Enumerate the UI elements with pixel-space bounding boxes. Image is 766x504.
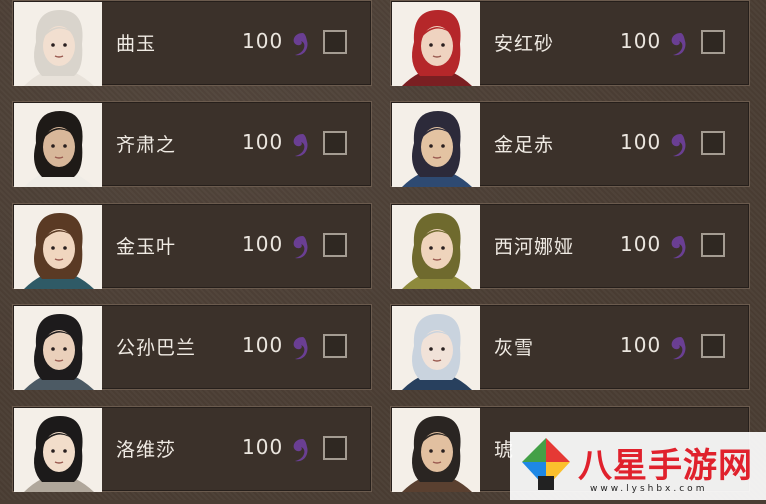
character-name: 灰雪 (494, 337, 535, 359)
character-cost: 100 (242, 232, 284, 256)
character-cost: 100 (242, 29, 284, 53)
select-checkbox[interactable] (701, 131, 725, 155)
watermark-text: 八星手游网 (578, 446, 753, 486)
character-name: 安红砂 (494, 33, 555, 55)
character-portrait (14, 408, 102, 492)
character-cost: 100 (620, 333, 662, 357)
select-checkbox[interactable] (323, 436, 347, 460)
character-cost: 100 (620, 29, 662, 53)
purple-swirl-icon (289, 234, 309, 260)
character-card[interactable]: 曲玉 100 (12, 0, 372, 86)
select-checkbox[interactable] (323, 233, 347, 257)
character-card[interactable]: 灰雪 100 (390, 304, 750, 390)
purple-swirl-icon (289, 335, 309, 361)
character-portrait (392, 205, 480, 289)
purple-swirl-icon (667, 234, 687, 260)
purple-swirl-icon (289, 437, 309, 463)
character-cost: 100 (242, 435, 284, 459)
character-name: 齐肃之 (116, 134, 177, 156)
select-checkbox[interactable] (323, 334, 347, 358)
watermark-url: www.lyshbx.com (590, 484, 708, 494)
character-card[interactable]: 安红砂 100 (390, 0, 750, 86)
character-portrait (392, 306, 480, 390)
character-name: 洛维莎 (116, 439, 177, 461)
purple-swirl-icon (667, 335, 687, 361)
character-cost: 100 (620, 130, 662, 154)
select-checkbox[interactable] (701, 233, 725, 257)
character-portrait (14, 306, 102, 390)
character-card[interactable]: 西河娜娅 100 (390, 203, 750, 289)
character-name: 金玉叶 (116, 236, 177, 258)
character-name: 金足赤 (494, 134, 555, 156)
select-checkbox[interactable] (701, 334, 725, 358)
character-card[interactable]: 洛维莎 100 (12, 406, 372, 492)
purple-swirl-icon (289, 132, 309, 158)
character-portrait (14, 2, 102, 86)
purple-swirl-icon (667, 31, 687, 57)
select-checkbox[interactable] (701, 30, 725, 54)
select-checkbox[interactable] (323, 131, 347, 155)
character-name: 西河娜娅 (494, 236, 575, 258)
character-card[interactable]: 齐肃之 100 (12, 101, 372, 187)
character-cost: 100 (242, 130, 284, 154)
character-card[interactable]: 金足赤 100 (390, 101, 750, 187)
character-portrait (392, 408, 480, 492)
character-cost: 100 (620, 232, 662, 256)
character-portrait (392, 2, 480, 86)
purple-swirl-icon (667, 132, 687, 158)
purple-swirl-icon (289, 31, 309, 57)
character-portrait (14, 103, 102, 187)
character-portrait (392, 103, 480, 187)
character-name: 公孙巴兰 (116, 337, 197, 359)
character-card[interactable]: 公孙巴兰 100 (12, 304, 372, 390)
character-cost: 100 (242, 333, 284, 357)
character-card[interactable]: 金玉叶 100 (12, 203, 372, 289)
character-name: 曲玉 (116, 33, 157, 55)
select-checkbox[interactable] (323, 30, 347, 54)
character-portrait (14, 205, 102, 289)
